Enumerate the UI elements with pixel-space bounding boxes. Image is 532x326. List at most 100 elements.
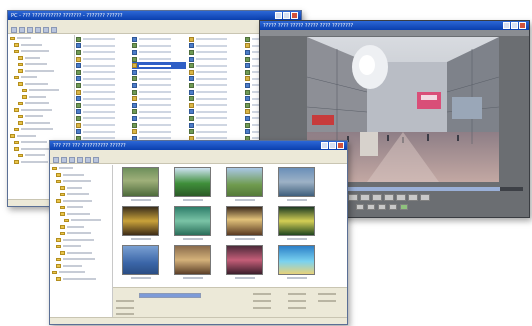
list-item[interactable] (76, 56, 129, 63)
forward-icon[interactable] (61, 157, 67, 163)
fullscreen-icon[interactable] (389, 204, 397, 210)
info-field (116, 307, 134, 309)
list-item[interactable] (76, 115, 129, 122)
list-item[interactable] (76, 109, 129, 116)
browser-titlebar[interactable]: ??? ??? ??? ?????????? ?????? (50, 141, 347, 150)
list-item[interactable] (188, 82, 242, 89)
tree-folder-item[interactable] (50, 276, 112, 283)
list-item[interactable] (188, 102, 242, 109)
loop-icon[interactable] (378, 204, 386, 210)
list-item[interactable] (188, 76, 242, 83)
list-item[interactable] (132, 109, 185, 116)
list-item[interactable] (188, 109, 242, 116)
thumbnails-icon[interactable] (85, 157, 91, 163)
folder-icon (56, 173, 61, 177)
thumbnail-caption (170, 276, 215, 280)
list-item[interactable] (76, 36, 129, 43)
list-item[interactable] (188, 69, 242, 76)
image-file-icon (76, 96, 81, 102)
list-item[interactable] (76, 43, 129, 50)
list-item[interactable] (76, 69, 129, 76)
list-item[interactable] (132, 122, 185, 129)
list-item[interactable] (76, 82, 129, 89)
list-item[interactable] (132, 49, 185, 56)
list-item[interactable] (76, 102, 129, 109)
back-icon[interactable] (53, 157, 59, 163)
play-icon[interactable] (360, 194, 370, 201)
forward-icon[interactable] (19, 27, 25, 33)
list-item[interactable] (188, 62, 242, 69)
explorer-titlebar[interactable]: PC - ??? ??????????? ??????? - ??????? ?… (8, 11, 301, 20)
thumbnail[interactable] (170, 167, 215, 202)
refresh-icon[interactable] (77, 157, 83, 163)
minimize-icon[interactable] (503, 22, 510, 29)
snapshot-icon[interactable] (408, 194, 418, 201)
list-item[interactable] (132, 102, 185, 109)
up-folder-icon[interactable] (69, 157, 75, 163)
list-item[interactable] (188, 128, 242, 135)
list-item[interactable] (76, 62, 129, 69)
viewer-titlebar[interactable]: ????? ???? ????? ????? ???? ???????? (260, 21, 529, 30)
stop-icon[interactable] (384, 194, 394, 201)
thumbnail[interactable] (118, 245, 163, 280)
fast-forward-icon[interactable] (396, 194, 406, 201)
list-item[interactable] (132, 89, 185, 96)
pause-icon[interactable] (372, 194, 382, 201)
close-icon[interactable] (291, 12, 298, 19)
maximize-icon[interactable] (329, 142, 336, 149)
settings-icon[interactable] (93, 157, 99, 163)
list-item[interactable] (132, 62, 186, 69)
thumbnail[interactable] (274, 167, 319, 202)
image-file-icon (76, 129, 81, 135)
thumbnail[interactable] (274, 206, 319, 241)
list-item[interactable] (188, 49, 242, 56)
maximize-icon[interactable] (283, 12, 290, 19)
thumbnail-image (174, 167, 211, 197)
thumbnail[interactable] (170, 245, 215, 280)
back-icon[interactable] (11, 27, 17, 33)
up-folder-icon[interactable] (27, 27, 33, 33)
list-item[interactable] (76, 76, 129, 83)
minimize-icon[interactable] (275, 12, 282, 19)
list-item[interactable] (132, 76, 185, 83)
list-item[interactable] (132, 115, 185, 122)
frame-forward-icon[interactable] (367, 204, 375, 210)
thumbnail[interactable] (118, 206, 163, 241)
list-item[interactable] (76, 89, 129, 96)
list-item[interactable] (132, 128, 185, 135)
thumbnail[interactable] (118, 167, 163, 202)
list-item[interactable] (188, 122, 242, 129)
minimize-icon[interactable] (321, 142, 328, 149)
maximize-icon[interactable] (511, 22, 518, 29)
close-icon[interactable] (337, 142, 344, 149)
frame-back-icon[interactable] (356, 204, 364, 210)
list-item[interactable] (132, 69, 185, 76)
list-item[interactable] (132, 56, 185, 63)
list-item[interactable] (188, 56, 242, 63)
list-item[interactable] (132, 43, 185, 50)
rewind-icon[interactable] (348, 194, 358, 201)
list-item[interactable] (188, 95, 242, 102)
volume-icon[interactable] (420, 194, 430, 201)
list-item[interactable] (76, 49, 129, 56)
list-item[interactable] (132, 36, 185, 43)
list-item[interactable] (76, 128, 129, 135)
list-item[interactable] (76, 122, 129, 129)
list-item[interactable] (76, 95, 129, 102)
close-icon[interactable] (519, 22, 526, 29)
folder-icon (52, 270, 57, 274)
list-item[interactable] (132, 82, 185, 89)
list-item[interactable] (132, 95, 185, 102)
list-item[interactable] (188, 115, 242, 122)
list-item[interactable] (188, 43, 242, 50)
thumbnail[interactable] (222, 206, 267, 241)
search-icon[interactable] (35, 27, 41, 33)
list-item[interactable] (188, 36, 242, 43)
thumbnail[interactable] (274, 245, 319, 280)
list-item[interactable] (188, 89, 242, 96)
thumbnail[interactable] (170, 206, 215, 241)
thumbnail[interactable] (222, 167, 267, 202)
folders-icon[interactable] (43, 27, 49, 33)
thumbnail[interactable] (222, 245, 267, 280)
views-icon[interactable] (51, 27, 57, 33)
